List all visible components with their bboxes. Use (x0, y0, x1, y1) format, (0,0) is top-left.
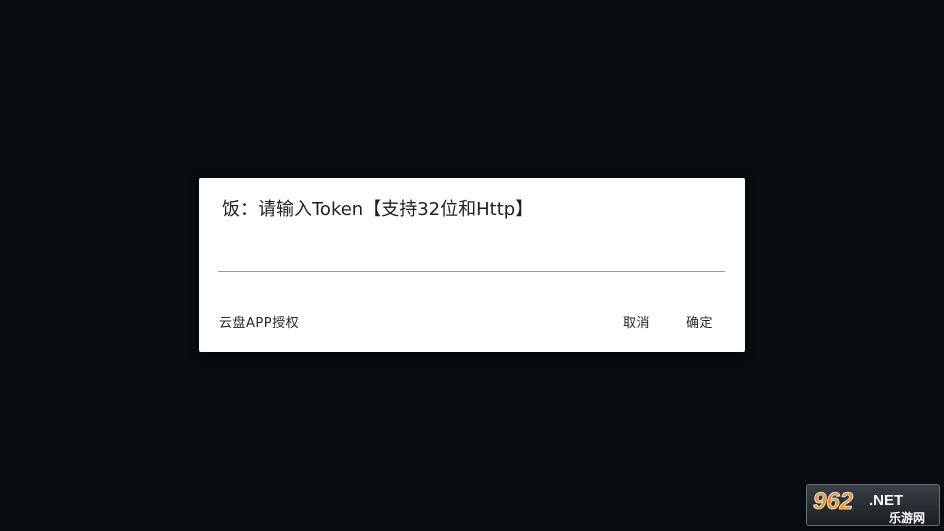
svg-text:962: 962 (813, 488, 854, 515)
svg-text:.NET: .NET (869, 492, 903, 509)
screen-background: 饭：请输入Token【支持32位和Http】 云盘APP授权 取消 确定 962… (0, 0, 944, 531)
watermark-logo: 962 .NET 乐游网 (806, 484, 940, 526)
token-input[interactable] (218, 242, 725, 272)
token-dialog: 饭：请输入Token【支持32位和Http】 云盘APP授权 取消 确定 (199, 178, 745, 352)
dialog-title: 饭：请输入Token【支持32位和Http】 (222, 199, 534, 220)
watermark-logo-icon: 962 .NET 乐游网 (813, 488, 925, 525)
cancel-button[interactable]: 取消 (623, 314, 650, 334)
cloud-app-auth-button[interactable]: 云盘APP授权 (219, 314, 299, 334)
confirm-button[interactable]: 确定 (686, 314, 713, 334)
svg-text:乐游网: 乐游网 (889, 510, 925, 525)
